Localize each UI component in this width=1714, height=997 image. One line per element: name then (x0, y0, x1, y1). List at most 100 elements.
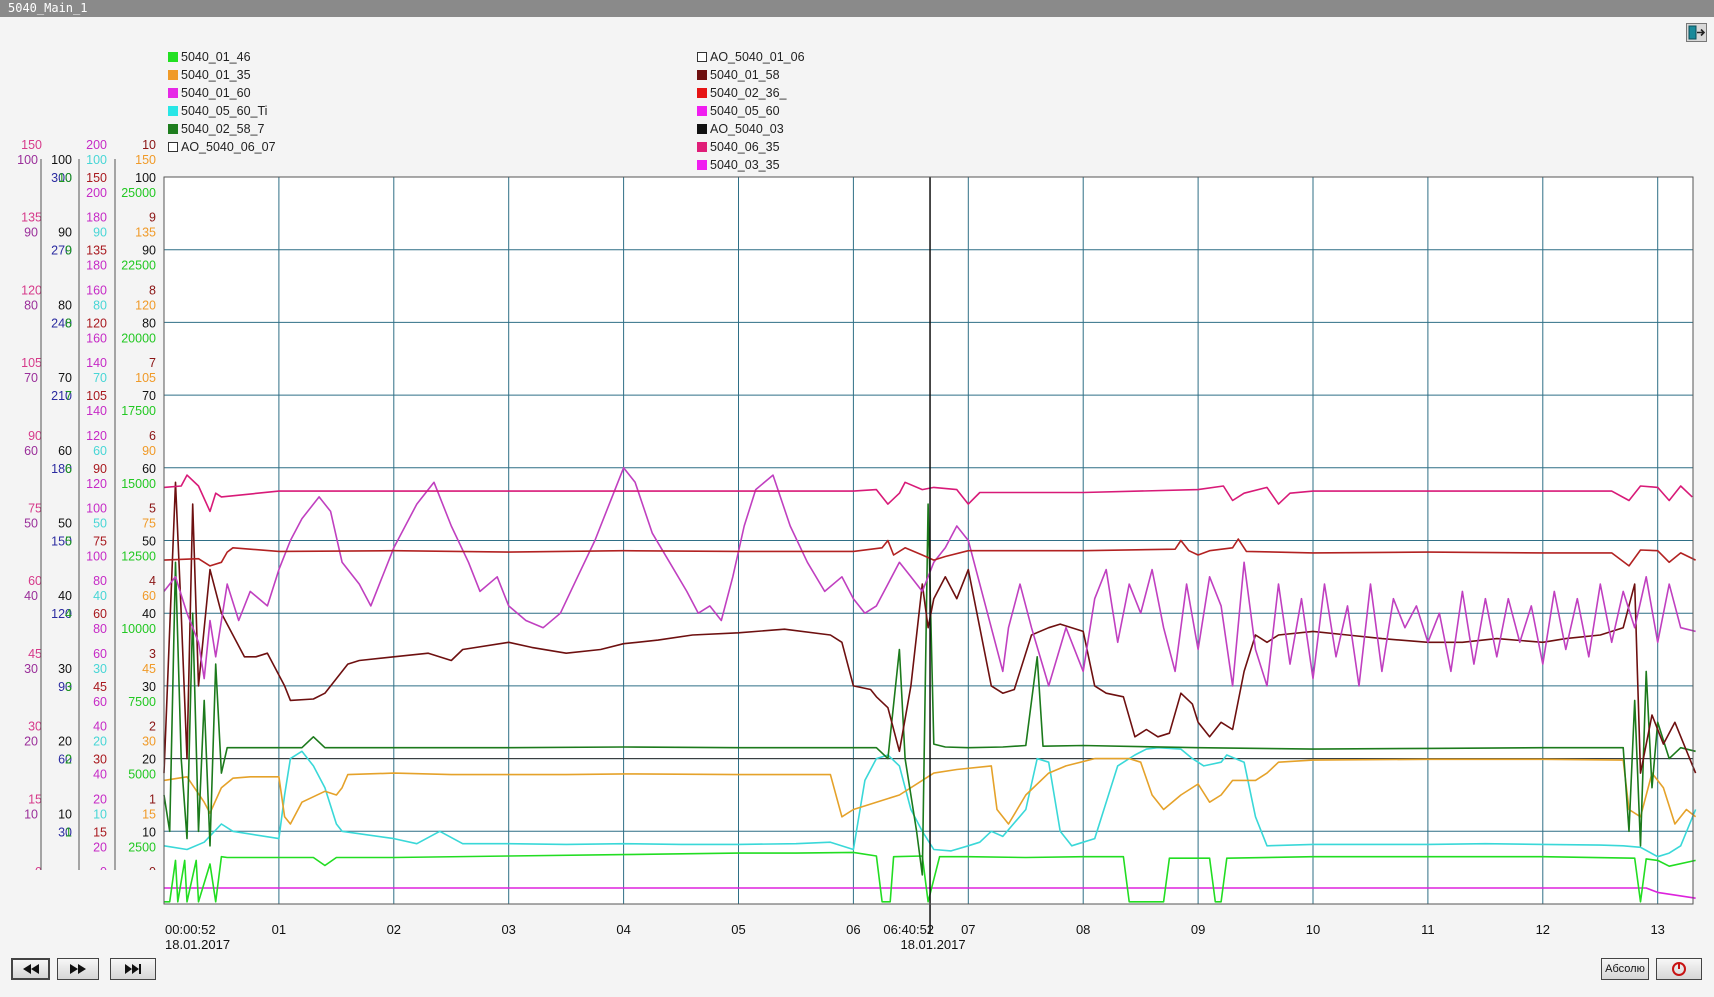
scale-tick-label: 9 (65, 244, 72, 258)
scale-tick-label: 140 (86, 356, 107, 370)
series-line-5040_01_35 (163, 757, 1697, 825)
scale-tick-label: 60 (93, 695, 107, 709)
scale-tick-label: 105 (86, 389, 107, 403)
legend-swatch (697, 88, 707, 98)
legend-label: 5040_02_58_7 (181, 122, 265, 136)
forward-button[interactable] (57, 958, 99, 980)
scale-tick-label: 2 (65, 753, 72, 767)
scale-tick-label: 20 (93, 735, 107, 749)
scale-tick-label: 120 (135, 298, 156, 312)
scale-tick-label: 70 (93, 371, 107, 385)
scale-tick-label: 30 (58, 662, 72, 676)
hour-tick-label: 10 (1306, 922, 1320, 937)
scale-tick-label: 30 (24, 662, 38, 676)
stop-button[interactable] (1656, 958, 1702, 980)
legend: 5040_01_46 5040_01_35 5040_01_60 5040_05_60… (0, 0, 1714, 180)
scale-tick-label: 60 (58, 444, 72, 458)
scale-tick-label: 20 (93, 792, 107, 806)
scale-tick-label: 45 (28, 647, 42, 661)
legend-swatch (697, 142, 707, 152)
legend-label: 5040_05_60 (710, 104, 780, 118)
legend-item-left: 5040_01_35 (168, 68, 251, 83)
scale-tick-label: 6 (149, 429, 156, 443)
legend-label: AO_5040_01_06 (710, 50, 805, 64)
scale-tick-label: 60 (93, 607, 107, 621)
scale-tick-label: 10000 (121, 622, 156, 636)
hour-tick-label: 09 (1191, 922, 1205, 937)
scale-tick-label: 80 (93, 622, 107, 636)
scale-tick-label: 160 (86, 283, 107, 297)
scale-tick-label: 40 (24, 589, 38, 603)
legend-label: 5040_01_35 (181, 68, 251, 82)
scale-tick-label: 80 (24, 298, 38, 312)
scale-tick-label: 150 (135, 153, 156, 167)
legend-swatch (697, 124, 707, 134)
series-line-5040_05_60 (163, 467, 1696, 687)
scale-tick-label: 75 (142, 517, 156, 531)
series-line-5040_06_35 (163, 474, 1693, 513)
scale-tick-label: 200 (86, 186, 107, 200)
legend-swatch (168, 70, 178, 80)
legend-item-right: 5040_03_35 (697, 158, 780, 173)
scale-tick-label: 80 (93, 574, 107, 588)
scale-tick-label: 20 (142, 753, 156, 767)
scale-tick-label: 120 (86, 477, 107, 491)
start-date-label: 18.01.2017 (165, 937, 230, 952)
scale-tick-label: 100 (51, 153, 72, 167)
legend-label: 5040_01_58 (710, 68, 780, 82)
scale-tick-label: 90 (28, 429, 42, 443)
legend-item-right: AO_5040_01_06 (697, 50, 805, 65)
skip-to-end-icon (125, 964, 141, 974)
mode-button[interactable]: Абсолю (1601, 958, 1649, 980)
scale-tick-label: 180 (86, 259, 107, 273)
legend-item-right: 5040_06_35 (697, 140, 780, 155)
legend-swatch (697, 52, 707, 62)
scale-tick-label: 90 (142, 244, 156, 258)
scale-tick-label: 60 (28, 574, 42, 588)
scale-tick-label: 45 (142, 662, 156, 676)
hour-tick-label: 01 (272, 922, 286, 937)
mode-label: Абсолю (1605, 963, 1645, 975)
scale-tick-label: 180 (86, 211, 107, 225)
y-scales: 1009080706050403020100300270240210180150… (17, 138, 156, 870)
scale-tick-label: 60 (93, 444, 107, 458)
scale-tick-label: 22500 (121, 259, 156, 273)
legend-label: 5040_01_60 (181, 86, 251, 100)
scale-tick-label: 15 (142, 807, 156, 821)
series-line-5040_02_58_7 (163, 503, 1696, 876)
hour-tick-label: 12 (1536, 922, 1550, 937)
legend-label: AO_5040_03 (710, 122, 784, 136)
scale-tick-label: 105 (135, 371, 156, 385)
scale-tick-label: 100 (86, 502, 107, 516)
scale-tick-label: 2500 (128, 840, 156, 854)
series-line-5040_05_60_Ti (163, 746, 1697, 858)
scale-tick-label: 7 (149, 356, 156, 370)
scale-tick-label: 4 (65, 607, 72, 621)
scale-tick-label: 105 (21, 356, 42, 370)
hour-tick-label: 06 (846, 922, 860, 937)
scale-tick-label: 60 (142, 589, 156, 603)
end-button[interactable] (110, 958, 156, 980)
scale-tick-label: 70 (142, 389, 156, 403)
scale-tick-label: 135 (21, 211, 42, 225)
scale-tick-label: 140 (86, 404, 107, 418)
scale-tick-label: 0 (100, 865, 107, 870)
scale-tick-label: 5 (149, 502, 156, 516)
scale-tick-label: 7 (65, 389, 72, 403)
scale-tick-label: 5000 (128, 768, 156, 782)
scale-tick-label: 30 (93, 753, 107, 767)
scale-tick-label: 70 (24, 371, 38, 385)
scale-tick-label: 120 (86, 429, 107, 443)
legend-label: 5040_06_35 (710, 140, 780, 154)
scale-tick-label: 50 (93, 517, 107, 531)
scale-tick-label: 20000 (121, 331, 156, 345)
scale-tick-label: 60 (24, 444, 38, 458)
series-line-5040_01_60 (164, 887, 1696, 899)
rewind-button[interactable] (11, 958, 50, 980)
scale-tick-label: 15 (28, 792, 42, 806)
legend-item-left: 5040_01_46 (168, 50, 251, 65)
scale-tick-label: 2 (149, 720, 156, 734)
legend-label: 5040_01_46 (181, 50, 251, 64)
legend-item-right: 5040_02_36_ (697, 86, 786, 101)
cursor-date-label: 18.01.2017 (900, 937, 965, 952)
